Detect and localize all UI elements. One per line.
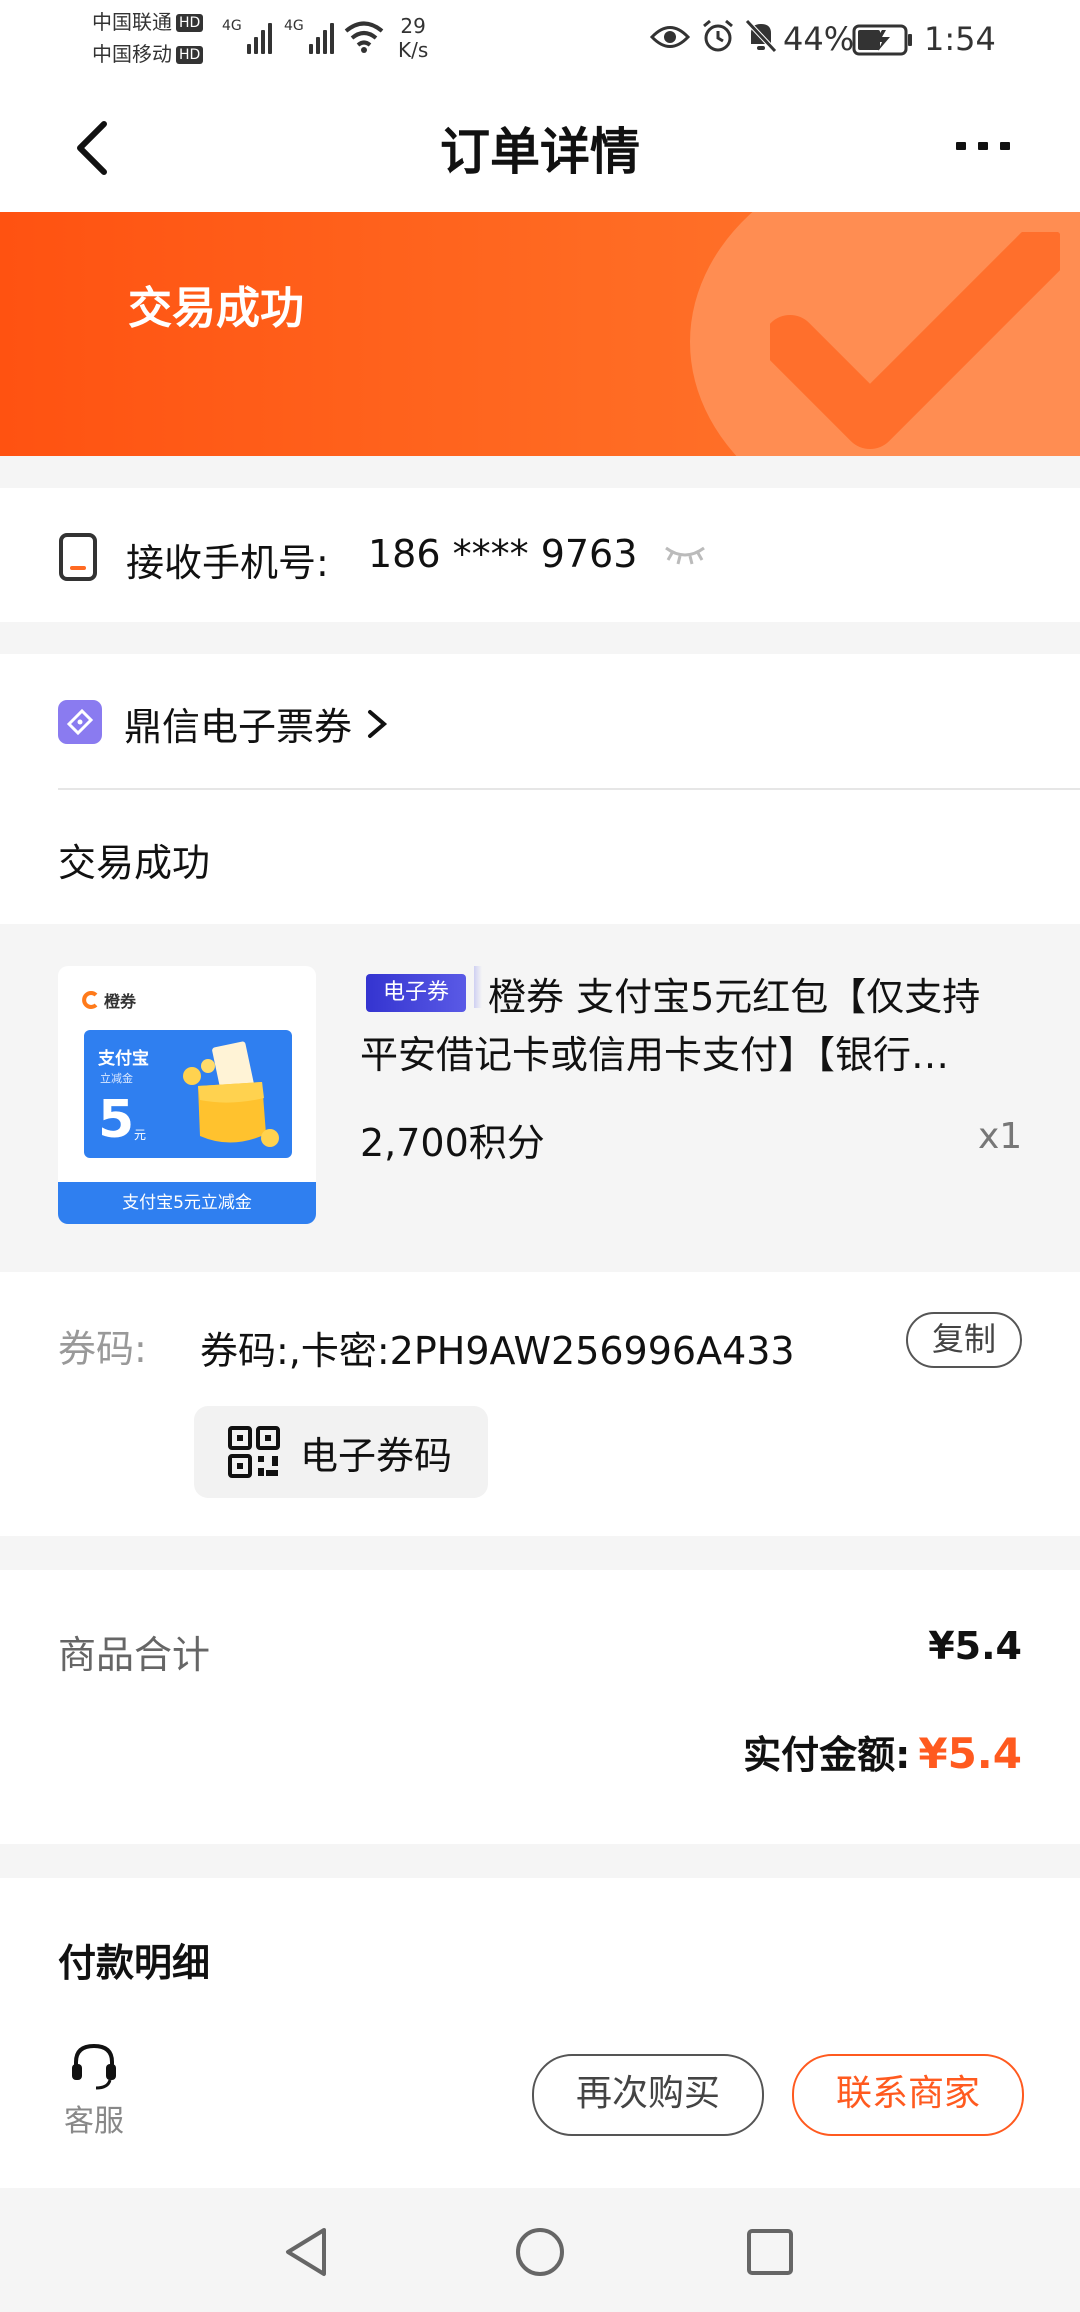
e-coupon-code-button[interactable]: 电子券码 — [194, 1406, 488, 1498]
e-coupon-tag: 电子券 — [366, 974, 466, 1012]
phone-section: 接收手机号: 186 **** 9763 — [0, 488, 1080, 622]
product-title-line2: 平安借记卡或信用卡支付】【银行… — [360, 1033, 950, 1077]
wifi-icon — [344, 21, 384, 53]
banner-status: 交易成功 — [128, 283, 304, 334]
order-card: 鼎信电子票券 交易成功 橙券 支付宝 立减金 5 元 支付宝5元立减金 电子券 … — [0, 654, 1080, 1272]
order-status-text: 交易成功 — [58, 841, 211, 885]
coupon-label: 券码: — [58, 1327, 147, 1371]
rebuy-button[interactable]: 再次购买 — [532, 2054, 764, 2136]
nav-recents-icon[interactable] — [746, 2228, 794, 2276]
clock: 1:54 — [924, 20, 996, 58]
product-row[interactable]: 橙券 支付宝 立减金 5 元 支付宝5元立减金 电子券 橙券 支付宝5元红包【仅… — [0, 924, 1080, 1272]
customer-service-label: 客服 — [64, 2104, 124, 2139]
headset-icon — [72, 2043, 116, 2090]
contact-merchant-button[interactable]: 联系商家 — [792, 2054, 1024, 2136]
phone-number: 186 **** 9763 — [368, 532, 638, 576]
alarm-icon — [703, 19, 733, 52]
customer-service-button[interactable]: 客服 — [56, 2042, 132, 2140]
nav-back-icon[interactable] — [282, 2226, 330, 2278]
eye-icon — [650, 26, 690, 48]
e-coupon-code-label: 电子券码 — [300, 1433, 453, 1478]
goods-total-value: ¥5.4 — [928, 1624, 1022, 1668]
battery-percent: 44% — [783, 20, 855, 58]
status-bar: 中国联通 HD 中国移动 HD 4G 4G 29 K/s 44% 1:54 — [0, 0, 1080, 82]
qr-code-icon — [228, 1426, 280, 1478]
paid-amount-label: 实付金额: — [743, 1733, 911, 1777]
nav-home-icon[interactable] — [514, 2226, 566, 2278]
tag-fade — [474, 966, 482, 1008]
store-link[interactable]: 鼎信电子票券 — [124, 696, 392, 751]
page-title: 订单详情 — [440, 123, 640, 181]
ticket-icon — [58, 700, 102, 744]
brand-logo-icon — [82, 991, 98, 1009]
payment-details: 付款明细 客服 再次购买 联系商家 — [0, 1878, 1080, 2188]
carrier-2: 中国移动 HD — [92, 42, 204, 66]
thumb-brand: 橙券 — [80, 988, 136, 1012]
product-quantity: x1 — [978, 1116, 1023, 1157]
price-summary: 商品合计 ¥5.4 实付金额: ¥5.4 — [0, 1570, 1080, 1844]
eye-closed-icon[interactable] — [662, 542, 708, 566]
order-status-banner: 交易成功 — [0, 212, 1080, 456]
copy-button[interactable]: 复制 — [906, 1312, 1022, 1368]
chevron-right-icon — [368, 709, 388, 738]
carrier-1: 中国联通 HD — [92, 10, 204, 34]
phone-label: 接收手机号: — [126, 541, 329, 585]
battery-charging-icon — [852, 24, 912, 56]
coupon-code: 券码:,卡密:2PH9AW256996A433 — [200, 1329, 795, 1373]
top-nav: 订单详情 — [0, 82, 1080, 212]
thumb-footer: 支付宝5元立减金 — [58, 1182, 316, 1224]
divider — [58, 788, 1080, 790]
signal-icon-1: 4G — [222, 18, 272, 54]
paid-amount-value: ¥5.4 — [918, 1729, 1022, 1778]
product-title-line1: 橙券 支付宝5元红包【仅支持 — [488, 975, 981, 1019]
system-nav-bar — [0, 2188, 1080, 2312]
goods-total-label: 商品合计 — [58, 1633, 211, 1677]
product-price: 2,700积分 — [360, 1121, 545, 1165]
payment-details-title: 付款明细 — [58, 1941, 211, 1985]
phone-icon — [59, 533, 97, 581]
paid-amount: 实付金额: ¥5.4 — [743, 1724, 1022, 1779]
product-thumbnail: 橙券 支付宝 立减金 5 元 支付宝5元立减金 — [58, 966, 316, 1224]
coupon-section: 券码: 券码:,卡密:2PH9AW256996A433 复制 电子券码 — [0, 1272, 1080, 1536]
more-icon[interactable] — [956, 140, 1012, 152]
thumb-card: 支付宝 立减金 5 元 — [84, 1030, 292, 1158]
store-name: 鼎信电子票券 — [124, 705, 353, 749]
signal-icon-2: 4G — [284, 18, 334, 54]
check-icon — [770, 232, 1060, 449]
wallet-illustration-icon — [183, 1041, 279, 1147]
mute-bell-icon — [745, 19, 777, 53]
network-speed: 29 K/s — [398, 14, 429, 62]
